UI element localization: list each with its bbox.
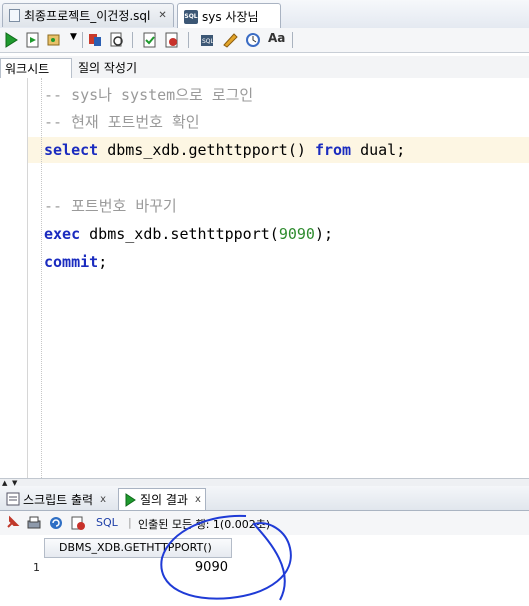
code-line-commit[interactable]: commit; (44, 249, 107, 275)
rollback-icon[interactable] (163, 31, 181, 49)
row-number: 1 (33, 561, 40, 574)
history-icon[interactable] (244, 31, 262, 49)
tab-worksheet[interactable]: 워크시트 (0, 58, 72, 78)
autotrace-icon[interactable] (108, 31, 126, 49)
commit-dropdown-icon[interactable] (46, 31, 64, 49)
numeric-literal: 9090 (278, 225, 315, 243)
run-icon (125, 492, 136, 507)
tab-label: 최종프로젝트_이건정.sql (24, 9, 151, 23)
close-icon[interactable]: x (100, 494, 106, 505)
run-statement-icon[interactable] (2, 31, 20, 49)
print-icon[interactable] (26, 515, 42, 531)
sql-file-icon (9, 9, 20, 22)
tab-final-project-sql[interactable]: 최종프로젝트_이건정.sql ✕ (2, 3, 174, 27)
code-text: dual; (351, 141, 406, 159)
run-script-icon[interactable] (24, 31, 42, 49)
editor-subtab-bar: 워크시트 질의 작성기 (0, 56, 529, 79)
cancel-query-icon[interactable] (70, 515, 86, 531)
code-text: ); (314, 225, 333, 243)
hand-drawn-circle-annotation (160, 514, 292, 601)
tab-query-builder[interactable]: 질의 작성기 (74, 58, 141, 78)
separator: | (128, 516, 132, 529)
commit-icon[interactable] (141, 31, 159, 49)
keyword-exec: exec (44, 225, 81, 243)
clear-icon[interactable] (221, 31, 239, 49)
code-line-comment[interactable]: -- 현재 포트번호 확인 (44, 109, 200, 135)
close-icon[interactable]: x (195, 494, 201, 505)
keyword-commit: commit (44, 253, 99, 271)
keyword-select: select (44, 141, 99, 159)
code-text: dbms_xdb.sethttpport( (80, 225, 279, 243)
tab-label: 스크립트 출력 (23, 492, 94, 507)
chevron-down-icon[interactable]: ▼ (70, 32, 77, 42)
tab-label: sys 사장님 (202, 10, 259, 24)
sql-tuning-icon[interactable]: SQL (199, 31, 217, 49)
fold-guide (41, 78, 42, 478)
keyword-from: from (314, 141, 352, 159)
tab-label: 질의 결과 (140, 493, 188, 507)
refresh-icon[interactable] (48, 515, 64, 531)
tab-script-output[interactable]: 스크립트 출력 x (2, 488, 110, 510)
code-line-exec[interactable]: exec dbms_xdb.sethttpport(9090); (44, 221, 333, 247)
explain-plan-icon[interactable] (86, 31, 104, 49)
code-line-comment[interactable]: -- 포트번호 바꾸기 (44, 193, 177, 219)
tab-query-result[interactable]: 질의 결과 x (118, 488, 206, 510)
output-tab-bar: 스크립트 출력 x 질의 결과 x (0, 486, 529, 511)
close-icon[interactable]: ✕ (158, 10, 166, 21)
format-case-icon[interactable]: Aa (268, 31, 285, 45)
code-text: ; (98, 253, 108, 271)
code-text: dbms_xdb.gethttpport() (98, 141, 315, 159)
document-tab-bar: 최종프로젝트_이건정.sql ✕ SQL sys 사장님 (0, 0, 529, 29)
svg-text:SQL: SQL (202, 38, 215, 45)
code-line-comment[interactable]: -- sys나 system으로 로그인 (44, 82, 253, 108)
sql-link[interactable]: SQL (96, 516, 118, 529)
code-line-select[interactable]: select dbms_xdb.gethttpport() from dual; (44, 137, 405, 163)
pin-icon[interactable] (4, 515, 20, 531)
worksheet-toolbar: ▼ SQL Aa (0, 28, 529, 53)
gutter-divider (27, 78, 28, 478)
script-output-icon (6, 492, 20, 506)
tab-sys-connection[interactable]: SQL sys 사장님 (177, 3, 281, 29)
sql-worksheet-icon: SQL (184, 9, 198, 24)
